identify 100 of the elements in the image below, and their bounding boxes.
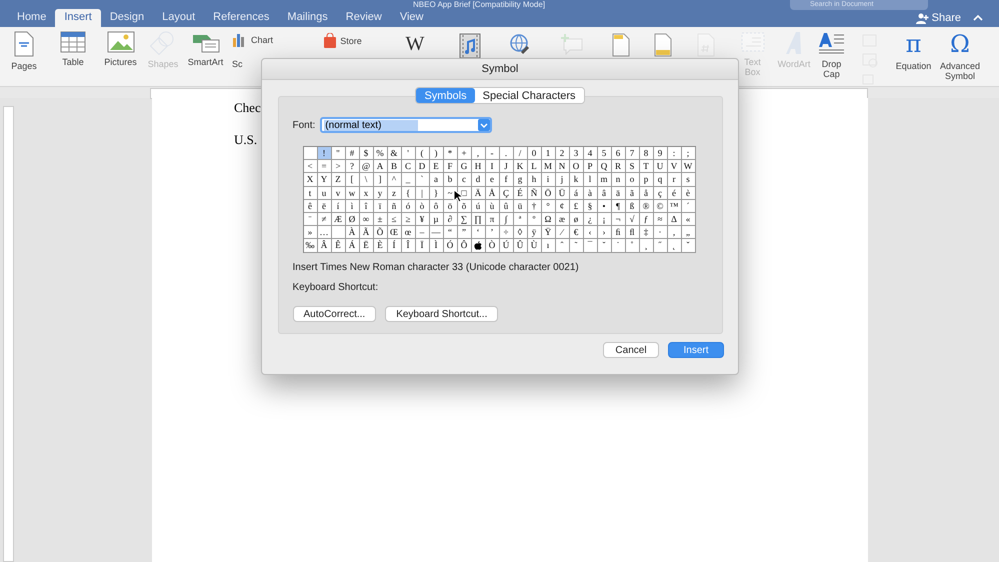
symbol-cell[interactable]: y [374, 186, 388, 200]
symbol-cell[interactable]: ! [318, 147, 332, 160]
symbol-cell[interactable]: Û [514, 239, 528, 252]
ribbon-tab[interactable]: References [204, 9, 278, 27]
symbol-cell[interactable]: u [318, 186, 332, 200]
collapse-icon[interactable] [973, 14, 983, 21]
symbol-cell[interactable]: ( [416, 147, 430, 160]
symbol-cell[interactable]: ˚ [626, 239, 640, 252]
symbol-cell[interactable]: x [360, 186, 374, 200]
symbol-cell[interactable]: ç [654, 186, 668, 200]
symbol-cell[interactable]: ì [346, 200, 360, 213]
symbol-cell[interactable]: Æ [332, 212, 346, 226]
symbol-cell[interactable]: Ç [500, 186, 514, 200]
symbol-cell[interactable]: 7 [626, 147, 640, 160]
symbol-cell[interactable]: & [388, 147, 402, 160]
symbol-cell[interactable]: ü [514, 200, 528, 213]
symbol-cell[interactable]: û [500, 200, 514, 213]
symbol-cell[interactable]: ° [542, 200, 556, 213]
symbol-cell[interactable]: Ä [472, 186, 486, 200]
symbol-cell[interactable]: Ÿ [542, 226, 556, 240]
symbol-cell[interactable]: Ì [430, 239, 444, 252]
dropcap-button[interactable]: Drop Cap [813, 31, 850, 79]
symbol-cell[interactable]: º [528, 212, 542, 226]
symbol-cell[interactable]: ˘ [598, 239, 612, 252]
pages-button[interactable]: Pages [0, 31, 48, 71]
symbol-cell[interactable]: C [402, 160, 416, 174]
symbol-cell[interactable]: ^ [388, 173, 402, 187]
symbol-cell[interactable]: ¡ [598, 212, 612, 226]
symbol-cell[interactable]: Ê [332, 239, 346, 252]
symbol-cell[interactable]: % [374, 147, 388, 160]
symbol-cell[interactable]: ˇ [682, 239, 696, 252]
symbol-cell[interactable]: n [612, 173, 626, 187]
symbol-cell[interactable]: T [640, 160, 654, 174]
symbol-cell[interactable]: — [430, 226, 444, 240]
symbol-cell[interactable]: D [416, 160, 430, 174]
symbol-cell[interactable]: k [570, 173, 584, 187]
symbol-cell[interactable]: Ò [486, 239, 500, 252]
symbol-cell[interactable]: ` [416, 173, 430, 187]
symbol-button[interactable]: Ω Advanced Symbol [937, 31, 983, 81]
symbol-cell[interactable]: E [430, 160, 444, 174]
symbol-cell[interactable]: S [626, 160, 640, 174]
symbol-cell[interactable]: 1 [542, 147, 556, 160]
store-button[interactable]: Store [300, 33, 385, 48]
symbol-cell[interactable]: o [626, 173, 640, 187]
symbol-cell[interactable]: ø [570, 212, 584, 226]
symbol-cell[interactable]: F [444, 160, 458, 174]
table-button[interactable]: Table [48, 31, 98, 67]
symbol-cell[interactable]: „ [682, 226, 696, 240]
symbol-cell[interactable] [332, 226, 346, 240]
symbol-cell[interactable]: ⁄ [556, 226, 570, 240]
symbol-cell[interactable]: √ [626, 212, 640, 226]
symbol-cell[interactable]: # [346, 147, 360, 160]
symbol-cell[interactable]: Å [486, 186, 500, 200]
symbol-cell[interactable]: P [584, 160, 598, 174]
symbol-cell[interactable]: æ [556, 212, 570, 226]
symbol-cell[interactable]: { [402, 186, 416, 200]
symbol-cell[interactable]: ˝ [654, 239, 668, 252]
symbol-cell[interactable]: ± [374, 212, 388, 226]
symbol-cell[interactable]: ∂ [444, 212, 458, 226]
symbol-cell[interactable]: ≠ [318, 212, 332, 226]
symbol-cell[interactable]: ∫ [500, 212, 514, 226]
symbol-cell[interactable]: [ [346, 173, 360, 187]
symbol-cell[interactable]: ) [430, 147, 444, 160]
symbol-cell[interactable]: t [304, 186, 318, 200]
symbol-cell[interactable]: Â [318, 239, 332, 252]
symbol-cell[interactable]: ∆ [668, 212, 682, 226]
symbol-cell[interactable]: ≤ [388, 212, 402, 226]
symbol-cell[interactable]: ã [626, 186, 640, 200]
symbol-cell[interactable]: É [514, 186, 528, 200]
symbol-cell[interactable]: 5 [598, 147, 612, 160]
symbol-cell[interactable]: é [668, 186, 682, 200]
symbol-cell[interactable]: Î [402, 239, 416, 252]
symbol-cell[interactable]: ' [402, 147, 416, 160]
symbol-cell[interactable]: ´ [682, 200, 696, 213]
ribbon-tab[interactable]: Layout [153, 9, 204, 27]
symbol-cell[interactable] [472, 239, 486, 252]
symbol-cell[interactable]: X [304, 173, 318, 187]
symbol-cell[interactable]: Ñ [528, 186, 542, 200]
symbol-cell[interactable]: Ω [542, 212, 556, 226]
symbol-cell[interactable]: d [472, 173, 486, 187]
symbol-cell[interactable]: · [654, 226, 668, 240]
symbol-cell[interactable]: f [500, 173, 514, 187]
symbol-cell[interactable]: ® [640, 200, 654, 213]
symbol-cell[interactable]: K [514, 160, 528, 174]
symbol-cell[interactable]: < [304, 160, 318, 174]
symbol-cell[interactable]: b [444, 173, 458, 187]
symbol-cell[interactable]: 3 [570, 147, 584, 160]
symbol-cell[interactable]: ˆ [556, 239, 570, 252]
symbol-cell[interactable]: ; [682, 147, 696, 160]
symbol-cell[interactable]: î [360, 200, 374, 213]
symbol-cell[interactable]: ¢ [556, 200, 570, 213]
symbol-cell[interactable]: ¸ [640, 239, 654, 252]
symbol-cell[interactable]: p [640, 173, 654, 187]
symbol-cell[interactable]: e [486, 173, 500, 187]
symbol-cell[interactable]: R [612, 160, 626, 174]
symbol-cell[interactable]: œ [402, 226, 416, 240]
symbol-cell[interactable]: . [500, 147, 514, 160]
symbol-cell[interactable]: m [598, 173, 612, 187]
symbol-cell[interactable]: Ù [528, 239, 542, 252]
symbol-cell[interactable]: V [668, 160, 682, 174]
